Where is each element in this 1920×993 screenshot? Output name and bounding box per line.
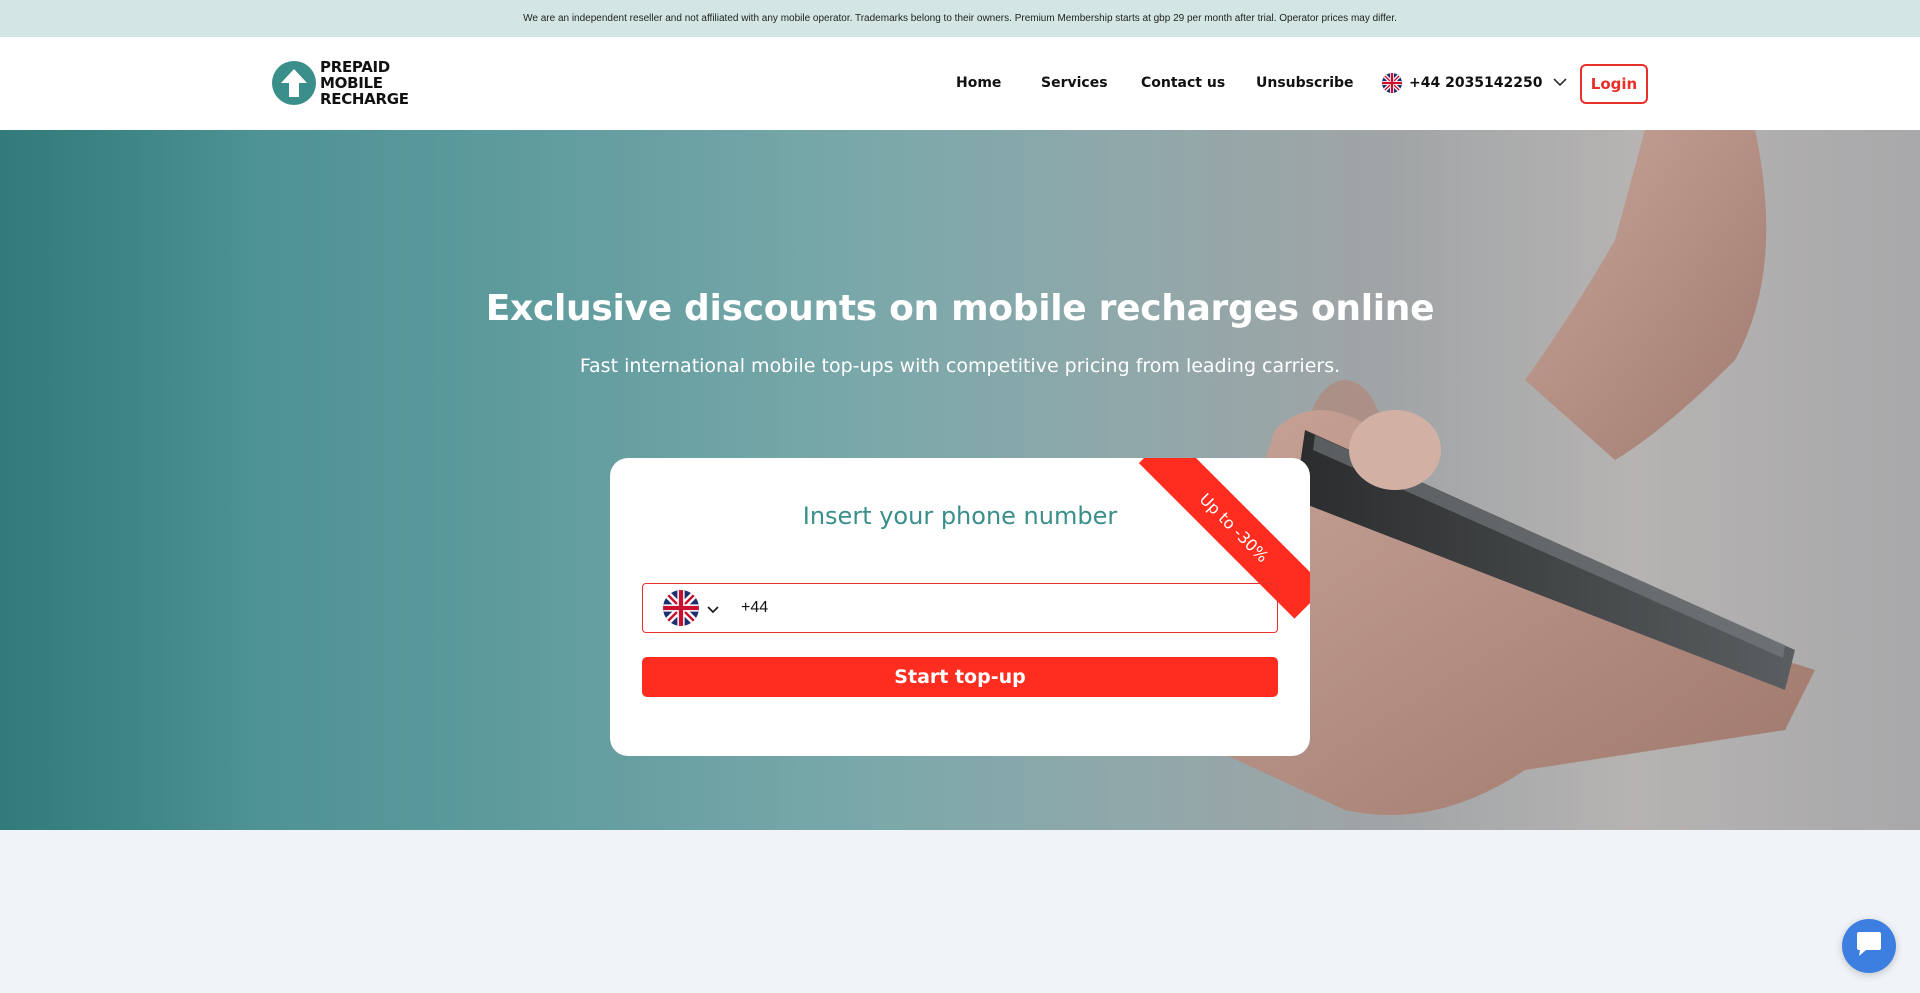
uk-flag-icon <box>1382 73 1402 93</box>
hero-shade <box>0 130 260 830</box>
phone-number-text: +44 2035142250 <box>1409 75 1543 91</box>
chat-bubble-icon <box>1854 930 1884 962</box>
hero-title: Exclusive discounts on mobile recharges … <box>485 288 1435 329</box>
site-header: PREPAID MOBILE RECHARGE Home Services Co… <box>0 37 1920 130</box>
nav-unsubscribe[interactable]: Unsubscribe <box>1256 75 1354 91</box>
disclaimer-text: We are an independent reseller and not a… <box>523 13 1397 24</box>
start-topup-button[interactable]: Start top-up <box>642 657 1278 697</box>
phone-input[interactable]: +44 <box>642 583 1278 633</box>
nav-home[interactable]: Home <box>956 75 1001 91</box>
chat-button[interactable] <box>1842 919 1896 973</box>
hero-section: Exclusive discounts on mobile recharges … <box>0 130 1920 830</box>
login-button[interactable]: Login <box>1580 64 1648 104</box>
topup-card: Up to -30% Insert your phone number +44 <box>610 458 1310 756</box>
hero-subtitle: Fast international mobile top-ups with c… <box>579 355 1341 377</box>
uk-flag-icon[interactable] <box>663 590 699 626</box>
nav-contact[interactable]: Contact us <box>1141 75 1225 91</box>
nav-services[interactable]: Services <box>1041 75 1108 91</box>
card-title: Insert your phone number <box>802 502 1118 530</box>
chevron-down-icon <box>1552 75 1567 91</box>
chevron-down-icon[interactable] <box>707 599 719 618</box>
phone-input-value[interactable]: +44 <box>741 599 768 617</box>
disclaimer-bar: We are an independent reseller and not a… <box>0 0 1920 37</box>
phone-number-select[interactable]: +44 2035142250 <box>1382 73 1567 93</box>
